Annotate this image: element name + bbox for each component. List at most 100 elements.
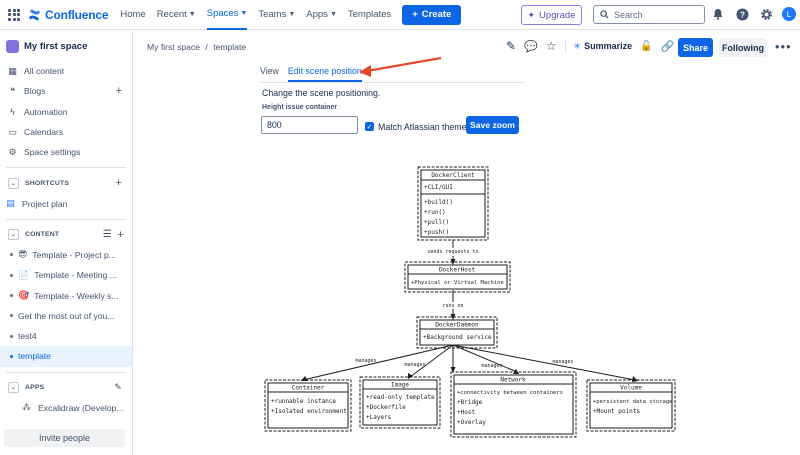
uml-volume[interactable]: Volume +persistent data storage +Mount p… (586, 379, 676, 432)
edit-pencil-icon[interactable]: ✎ (506, 39, 516, 53)
add-blog-plus-icon[interactable]: + (116, 85, 122, 97)
nav-spaces[interactable]: Spaces ▼ (206, 0, 248, 30)
chevron-down-icon: ▼ (288, 11, 296, 18)
excalidraw-diagram[interactable]: sends requests to runs on sends requests… (255, 160, 695, 445)
shortcuts-section-header[interactable]: ⌄ SHORTCUTS + (0, 173, 132, 193)
uml-network[interactable]: Network +connectivity between containers… (450, 371, 577, 438)
create-button[interactable]: + Create (402, 4, 462, 25)
space-header[interactable]: My first space (0, 31, 132, 61)
tab-edit-scene-position[interactable]: Edit scene position (287, 66, 362, 82)
uml-docker-client[interactable]: DockerClient +CLI/GUI +build() +run() +p… (417, 166, 489, 241)
match-theme-label: Match Atlassian theme (378, 122, 467, 132)
excalidraw-app-icon: ⁂ (22, 402, 31, 413)
chevron-down-icon: ▼ (188, 11, 196, 18)
sidebar-item-all-content[interactable]: ▦ All content (0, 61, 132, 81)
svg-text:+push(): +push() (424, 229, 449, 236)
search-input[interactable]: Search (593, 5, 705, 24)
comment-icon[interactable]: 💬 (524, 40, 538, 53)
sidebar-item-blogs[interactable]: ❝ Blogs + (0, 81, 132, 101)
height-field-label: Height issue container (262, 104, 338, 111)
apps-section-header[interactable]: ⌄ APPS ✎ (0, 378, 132, 398)
user-avatar[interactable]: L (782, 7, 796, 21)
chevron-down-icon[interactable]: ⌄ (8, 382, 19, 394)
sidebar-item-automation[interactable]: ϟ Automation (0, 102, 132, 122)
summarize-button[interactable]: ✳ Summarize (574, 41, 633, 52)
svg-text:+pull(): +pull() (424, 219, 449, 226)
tree-item-template-weekly[interactable]: 🎯 Template - Weekly s... (0, 285, 132, 305)
top-navigation-bar: Confluence Home Recent ▼ Spaces ▼ Teams ▼ A… (0, 0, 800, 30)
svg-text:+build(): +build() (424, 199, 453, 206)
scene-description: Change the scene positioning. (262, 88, 381, 98)
uml-image[interactable]: Image +read-only template +Dockerfile +L… (359, 376, 441, 429)
uml-docker-host[interactable]: DockerHost +Physical or Virtual Machine (404, 261, 511, 293)
restrictions-lock-icon[interactable]: 🔓 (640, 41, 652, 52)
tree-item-test4[interactable]: test4 (0, 326, 132, 346)
tree-item-template-project[interactable]: 😎 Template - Project p... (0, 245, 132, 265)
add-content-plus-icon[interactable]: + (117, 229, 124, 241)
space-sidebar: My first space ▦ All content ❝ Blogs + ϟ Au… (0, 31, 133, 455)
chevron-down-icon[interactable]: ⌄ (8, 229, 19, 241)
divider (6, 167, 126, 169)
filter-icon[interactable]: ☰ (103, 229, 112, 240)
settings-gear-icon[interactable] (758, 6, 774, 22)
add-shortcut-plus-icon[interactable]: + (115, 177, 122, 189)
sunglasses-emoji-icon: 😎 (18, 249, 28, 260)
svg-text:+Background service: +Background service (423, 334, 492, 341)
nav-home[interactable]: Home (120, 0, 145, 30)
app-item-excalidraw[interactable]: ⁂ Excalidraw (Develop... (0, 398, 132, 418)
space-avatar-icon (6, 39, 19, 53)
nav-templates[interactable]: Templates (348, 0, 391, 30)
following-button[interactable]: Following (719, 38, 767, 57)
edge-label-manages-3: manages (481, 363, 502, 369)
tree-item-template-meeting[interactable]: 📄 Template - Meeting ... (0, 265, 132, 285)
uml-docker-daemon[interactable]: DockerDaemon +Background service (416, 316, 498, 349)
confluence-logo[interactable]: Confluence (28, 7, 109, 22)
edit-pencil-icon[interactable]: ✎ (114, 382, 122, 393)
annotation-arrow (359, 56, 442, 77)
tab-view[interactable]: View (260, 66, 279, 82)
upgrade-button[interactable]: ✦ Upgrade (521, 5, 582, 25)
page-emoji-icon: 📄 (18, 269, 30, 280)
edge-label-manages-2: manages (404, 362, 425, 368)
svg-text:+connectivity between containe: +connectivity between containers (457, 390, 563, 396)
svg-text:+Bridge: +Bridge (457, 399, 483, 406)
chevron-down-icon: ▼ (240, 10, 248, 17)
svg-text:DockerHost: DockerHost (439, 267, 476, 274)
sidebar-item-calendars[interactable]: ▭ Calendars (0, 122, 132, 142)
nav-teams[interactable]: Teams ▼ (258, 0, 295, 30)
uml-container[interactable]: Container +runnable instance +Isolated e… (264, 379, 352, 432)
sidebar-item-space-settings[interactable]: ⚙ Space settings (0, 142, 132, 162)
product-name: Confluence (45, 7, 109, 22)
calendar-icon: ▭ (8, 126, 17, 137)
svg-text:+run(): +run() (424, 209, 446, 216)
breadcrumb-space-link[interactable]: My first space (147, 42, 200, 52)
edge-label-manages-1: manages (355, 358, 376, 364)
nav-recent[interactable]: Recent ▼ (157, 0, 196, 30)
star-icon[interactable]: ☆ (546, 39, 557, 53)
breadcrumb-page-link[interactable]: template (213, 42, 246, 52)
height-input[interactable]: 800 (261, 116, 358, 134)
svg-text:+persistent data storage: +persistent data storage (593, 399, 672, 405)
notifications-icon[interactable] (710, 6, 726, 22)
chevron-down-icon[interactable]: ⌄ (8, 177, 19, 189)
save-zoom-button[interactable]: Save zoom (466, 116, 519, 134)
content-section-header[interactable]: ⌄ CONTENT ☰ + (0, 225, 132, 245)
primary-nav: Home Recent ▼ Spaces ▼ Teams ▼ Apps ▼ Templa… (120, 0, 462, 30)
edge-label-sends: sends requests to (427, 249, 478, 255)
nav-apps[interactable]: Apps ▼ (306, 0, 337, 30)
tree-item-get-the-most[interactable]: Get the most out of you... (0, 306, 132, 326)
tree-item-template[interactable]: template (0, 346, 132, 367)
copy-link-icon[interactable]: 🔗 (661, 40, 675, 53)
plus-icon: + (412, 9, 418, 20)
svg-text:DockerClient: DockerClient (431, 172, 475, 179)
svg-text:+Physical or Virtual Machine: +Physical or Virtual Machine (411, 280, 504, 286)
confluence-logo-icon (29, 8, 40, 21)
more-actions-icon[interactable]: ••• (775, 39, 792, 54)
help-icon[interactable]: ? (734, 6, 750, 22)
invite-people-button[interactable]: Invite people (4, 429, 125, 447)
page-actions: ✎ 💬 ☆ ✳ Summarize 🔓 🔗 (506, 39, 674, 53)
match-theme-checkbox[interactable]: ✓ (365, 122, 374, 131)
shortcut-project-plan[interactable]: ▤ Project plan (0, 193, 132, 213)
share-button[interactable]: Share (678, 38, 713, 57)
app-switcher-icon[interactable] (8, 8, 20, 21)
